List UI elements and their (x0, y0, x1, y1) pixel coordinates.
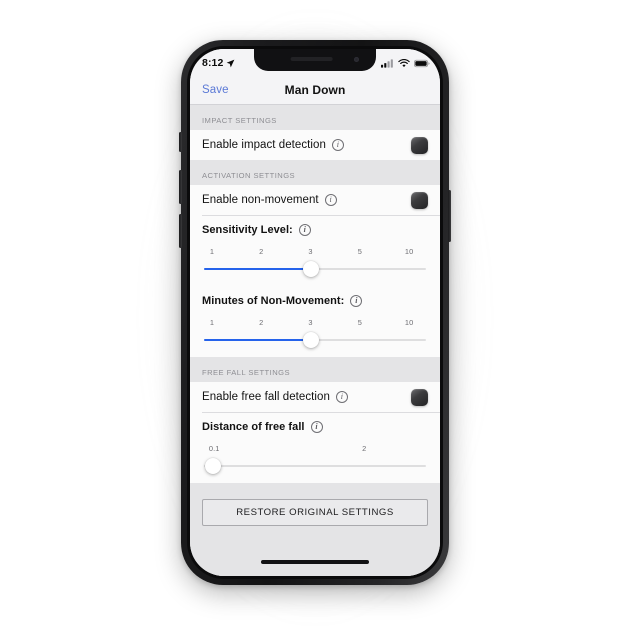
row-enable-impact-detection[interactable]: Enable impact detection i (190, 130, 440, 160)
phone-device-frame: 8:12 Save Man Down IMPACT SETTINGS Enabl… (179, 40, 451, 585)
power-button[interactable] (448, 190, 451, 242)
row-label-wrap: Sensitivity Level: i (202, 224, 311, 236)
slider-track-fill (204, 339, 311, 341)
device-notch (254, 49, 376, 71)
label-sensitivity-level: Sensitivity Level: (202, 224, 293, 236)
slider-track-fill (204, 268, 311, 270)
section-header-impact: IMPACT SETTINGS (190, 105, 440, 130)
row-label-wrap: Enable impact detection i (202, 139, 344, 151)
tick-row-minutes: 1 2 3 5 10 (203, 317, 427, 330)
tick-minutes-1: 1 (209, 318, 215, 327)
tick-sensitivity-1: 1 (209, 247, 215, 256)
tick-minutes-10: 10 (404, 318, 414, 327)
navigation-bar: Save Man Down (190, 75, 440, 105)
front-camera (354, 57, 359, 62)
section-header-free-fall: FREE FALL SETTINGS (190, 357, 440, 382)
tick-row-distance: 0.1 2 (203, 443, 427, 456)
slider-track (204, 465, 426, 467)
label-enable-non-movement: Enable non-movement (202, 194, 319, 206)
screenshot-stage: 8:12 Save Man Down IMPACT SETTINGS Enabl… (0, 0, 630, 633)
row-label-wrap: Distance of free fall i (202, 421, 323, 433)
home-indicator[interactable] (261, 560, 369, 564)
row-sensitivity-level: Sensitivity Level: i (190, 215, 440, 245)
row-label-wrap: Minutes of Non-Movement: i (202, 295, 363, 307)
row-minutes-non-movement: Minutes of Non-Movement: i (190, 286, 440, 316)
row-label-wrap: Enable free fall detection i (202, 391, 348, 403)
slider-sensitivity-level[interactable] (204, 261, 426, 277)
section-activation: Enable non-movement i Sensitivity Level:… (190, 185, 440, 357)
section-free-fall: Enable free fall detection i Distance of… (190, 382, 440, 483)
mute-switch-button[interactable] (179, 132, 182, 152)
slider-minutes-non-movement[interactable] (204, 332, 426, 348)
slider-thumb-distance[interactable] (204, 458, 221, 474)
status-bar-left: 8:12 (202, 55, 235, 69)
label-enable-impact-detection: Enable impact detection (202, 139, 326, 151)
row-enable-free-fall-detection[interactable]: Enable free fall detection i (190, 382, 440, 412)
row-label-wrap: Enable non-movement i (202, 194, 337, 206)
restore-original-settings-button[interactable]: RESTORE ORIGINAL SETTINGS (202, 499, 428, 526)
tick-minutes-5: 5 (357, 318, 362, 327)
tick-minutes-3: 3 (308, 318, 313, 327)
section-impact: Enable impact detection i (190, 130, 440, 160)
slider-distance-of-free-fall[interactable] (204, 458, 426, 474)
tick-sensitivity-5: 5 (357, 247, 362, 256)
toggle-impact-detection[interactable] (411, 136, 428, 154)
location-arrow-icon (227, 59, 235, 67)
info-circle-icon[interactable]: i (350, 295, 363, 307)
wifi-icon (398, 58, 410, 67)
home-indicator-area (190, 554, 440, 576)
earpiece-speaker (290, 57, 333, 61)
volume-down-button[interactable] (179, 214, 182, 248)
section-header-activation: ACTIVATION SETTINGS (190, 160, 440, 185)
tick-row-sensitivity: 1 2 3 5 10 (203, 246, 427, 259)
tick-sensitivity-2: 2 (259, 247, 264, 256)
label-distance-of-free-fall: Distance of free fall (202, 421, 305, 433)
slider-block-minutes: 1 2 3 5 10 (190, 316, 440, 357)
info-circle-icon[interactable]: i (324, 194, 337, 206)
slider-thumb-sensitivity[interactable] (302, 261, 319, 277)
tick-sensitivity-10: 10 (404, 247, 414, 256)
row-enable-non-movement[interactable]: Enable non-movement i (190, 185, 440, 215)
slider-block-distance: 0.1 2 (190, 442, 440, 483)
info-circle-icon[interactable]: i (310, 421, 323, 433)
toggle-free-fall-detection[interactable] (411, 388, 428, 406)
slider-block-sensitivity: 1 2 3 5 10 (190, 245, 440, 286)
row-distance-of-free-fall: Distance of free fall i (190, 412, 440, 442)
save-button[interactable]: Save (202, 84, 229, 96)
info-circle-icon[interactable]: i (331, 139, 344, 151)
battery-icon (414, 59, 430, 67)
settings-content[interactable]: IMPACT SETTINGS Enable impact detection … (190, 105, 440, 576)
label-minutes-non-movement: Minutes of Non-Movement: (202, 295, 345, 307)
info-circle-icon[interactable]: i (298, 224, 311, 236)
info-circle-icon[interactable]: i (335, 391, 348, 403)
toggle-non-movement[interactable] (411, 191, 428, 209)
cellular-bars-icon (381, 58, 393, 68)
label-enable-free-fall-detection: Enable free fall detection (202, 391, 330, 403)
footer-spacer (190, 483, 440, 499)
status-bar-right (381, 57, 430, 68)
volume-up-button[interactable] (179, 170, 182, 204)
tick-distance-max: 2 (362, 444, 367, 453)
status-bar-time: 8:12 (202, 57, 224, 69)
restore-button-wrap: RESTORE ORIGINAL SETTINGS (190, 499, 440, 526)
slider-thumb-minutes[interactable] (302, 332, 319, 348)
phone-screen: 8:12 Save Man Down IMPACT SETTINGS Enabl… (190, 49, 440, 576)
tick-minutes-2: 2 (259, 318, 264, 327)
tick-distance-min: 0.1 (208, 444, 220, 453)
tick-sensitivity-3: 3 (308, 247, 313, 256)
